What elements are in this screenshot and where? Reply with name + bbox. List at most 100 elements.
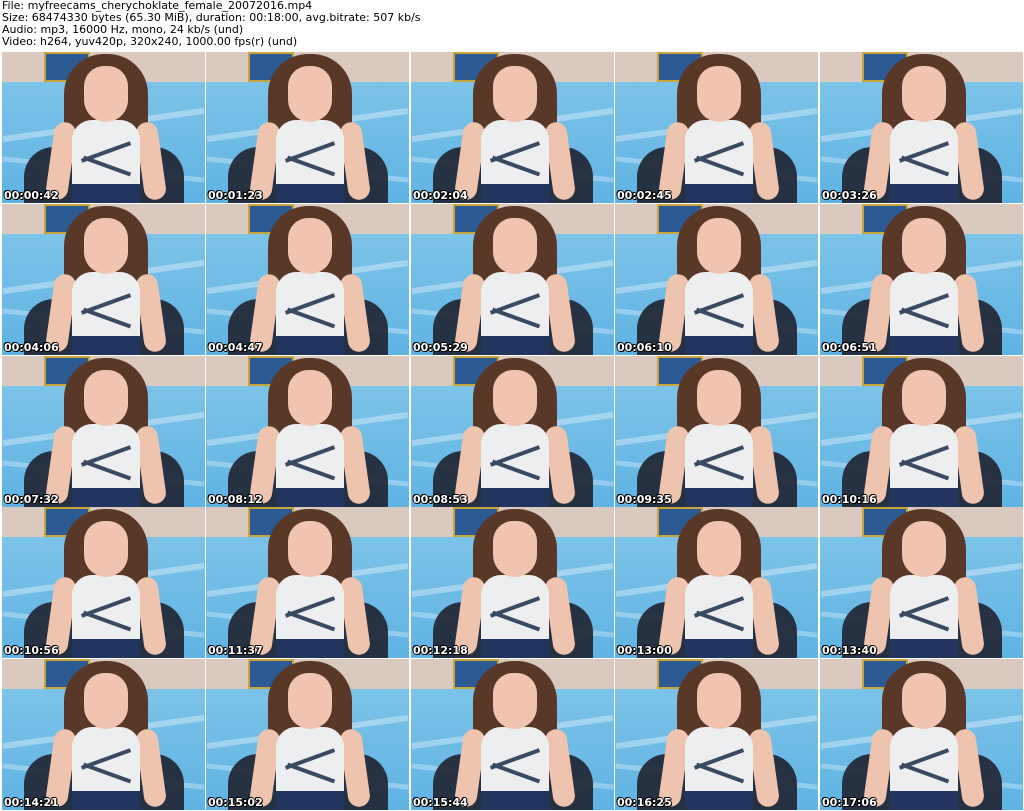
frame-face (288, 673, 332, 729)
frame-jeans (685, 791, 753, 810)
frame-jeans (685, 639, 753, 658)
frame-top (481, 424, 549, 494)
frame-jeans (276, 639, 344, 658)
frame-jeans (685, 336, 753, 355)
frame-jeans (481, 336, 549, 355)
thumbnail-timestamp: 00:17:06 (822, 796, 877, 809)
frame-face (697, 370, 741, 426)
frame-top (72, 120, 140, 190)
video-thumbnail: 00:04:47 (206, 204, 409, 355)
thumbnail-timestamp: 00:08:12 (208, 493, 263, 506)
frame-top (276, 120, 344, 190)
thumbnail-timestamp: 00:16:25 (617, 796, 672, 809)
thumbnail-timestamp: 00:08:53 (413, 493, 468, 506)
video-thumbnail: 00:05:29 (411, 204, 614, 355)
thumbnail-timestamp: 00:04:06 (4, 341, 59, 354)
thumbnail-timestamp: 00:03:26 (822, 189, 877, 202)
frame-top (685, 120, 753, 190)
thumbnail-timestamp: 00:09:35 (617, 493, 672, 506)
video-thumbnail: 00:06:10 (615, 204, 818, 355)
thumbnail-timestamp: 00:13:00 (617, 644, 672, 657)
frame-jeans (276, 336, 344, 355)
frame-face (697, 673, 741, 729)
thumbnail-timestamp: 00:04:47 (208, 341, 263, 354)
frame-face (84, 521, 128, 577)
frame-top (481, 272, 549, 342)
frame-top (685, 424, 753, 494)
frame-jeans (890, 791, 958, 810)
frame-face (493, 370, 537, 426)
frame-face (288, 66, 332, 122)
video-thumbnail: 00:02:04 (411, 52, 614, 203)
video-thumbnail: 00:16:25 (615, 659, 818, 810)
frame-face (902, 370, 946, 426)
video-thumbnail: 00:08:12 (206, 356, 409, 507)
frame-jeans (72, 639, 140, 658)
video-thumbnail: 00:06:51 (820, 204, 1023, 355)
frame-face (697, 521, 741, 577)
frame-face (84, 370, 128, 426)
frame-face (697, 218, 741, 274)
frame-face (902, 521, 946, 577)
frame-jeans (72, 791, 140, 810)
thumbnail-timestamp: 00:05:29 (413, 341, 468, 354)
video-thumbnail: 00:15:02 (206, 659, 409, 810)
video-thumbnail: 00:17:06 (820, 659, 1023, 810)
thumbnail-timestamp: 00:02:45 (617, 189, 672, 202)
frame-jeans (481, 791, 549, 810)
thumbnail-timestamp: 00:10:56 (4, 644, 59, 657)
frame-top (685, 727, 753, 797)
frame-face (84, 673, 128, 729)
thumbnail-timestamp: 00:06:51 (822, 341, 877, 354)
video-thumbnail: 00:01:23 (206, 52, 409, 203)
frame-face (84, 66, 128, 122)
thumbnail-timestamp: 00:12:18 (413, 644, 468, 657)
thumbnail-timestamp: 00:10:16 (822, 493, 877, 506)
frame-jeans (890, 184, 958, 203)
frame-jeans (890, 336, 958, 355)
video-thumbnail: 00:11:37 (206, 507, 409, 658)
frame-face (493, 66, 537, 122)
frame-top (685, 272, 753, 342)
frame-jeans (685, 488, 753, 507)
frame-top (890, 272, 958, 342)
frame-top (685, 575, 753, 645)
file-info-header: File: myfreecams_cherychoklate_female_20… (2, 0, 421, 48)
frame-jeans (72, 336, 140, 355)
frame-face (84, 218, 128, 274)
video-thumbnail: 00:12:18 (411, 507, 614, 658)
frame-top (276, 727, 344, 797)
frame-jeans (481, 184, 549, 203)
frame-top (276, 424, 344, 494)
frame-jeans (276, 791, 344, 810)
frame-face (493, 521, 537, 577)
frame-face (288, 370, 332, 426)
thumbnail-timestamp: 00:00:42 (4, 189, 59, 202)
frame-face (288, 218, 332, 274)
video-thumbnail: 00:09:35 (615, 356, 818, 507)
video-thumbnail: 00:10:16 (820, 356, 1023, 507)
frame-face (493, 218, 537, 274)
video-thumbnail: 00:10:56 (2, 507, 205, 658)
video-info: Video: h264, yuv420p, 320x240, 1000.00 f… (2, 35, 298, 48)
frame-top (481, 575, 549, 645)
video-thumbnail: 00:08:53 (411, 356, 614, 507)
thumbnail-timestamp: 00:13:40 (822, 644, 877, 657)
video-thumbnail: 00:03:26 (820, 52, 1023, 203)
frame-jeans (276, 488, 344, 507)
frame-face (902, 218, 946, 274)
video-thumbnail: 00:00:42 (2, 52, 205, 203)
thumbnail-timestamp: 00:02:04 (413, 189, 468, 202)
frame-jeans (72, 488, 140, 507)
frame-jeans (890, 639, 958, 658)
frame-top (890, 424, 958, 494)
frame-top (481, 120, 549, 190)
frame-top (72, 727, 140, 797)
video-thumbnail: 00:15:44 (411, 659, 614, 810)
frame-face (902, 673, 946, 729)
thumbnail-grid: 00:00:42 00:01:23 00:02:04 00:02:45 00:03:26… (2, 52, 1024, 811)
thumbnail-timestamp: 00:07:32 (4, 493, 59, 506)
frame-jeans (276, 184, 344, 203)
video-thumbnail: 00:07:32 (2, 356, 205, 507)
thumbnail-timestamp: 00:14:21 (4, 796, 59, 809)
